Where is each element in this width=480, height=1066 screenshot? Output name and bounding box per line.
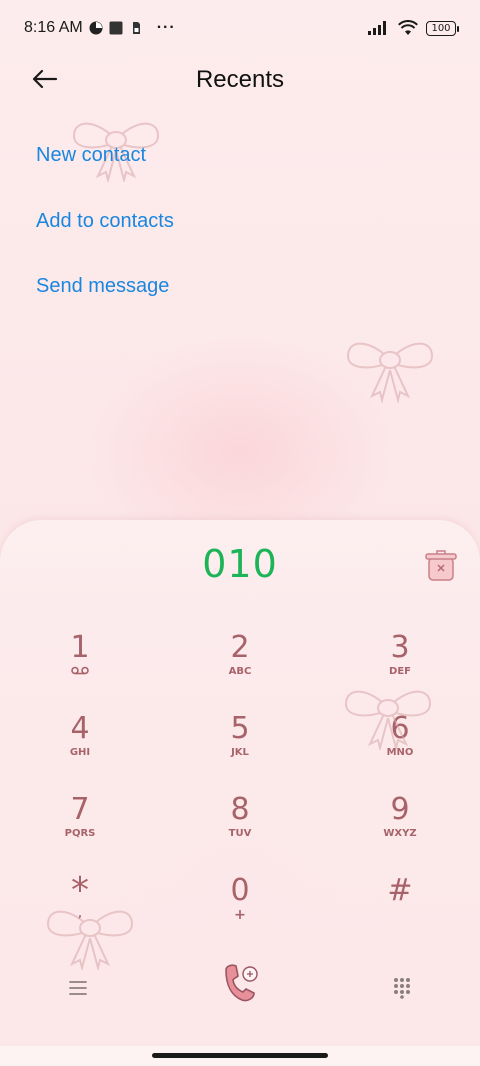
- menu-button[interactable]: [62, 972, 94, 1004]
- call-icon: [225, 964, 258, 1002]
- battery-icon: 100: [426, 20, 459, 36]
- key-7[interactable]: 7 PQRS: [25, 794, 135, 864]
- new-contact-link[interactable]: New contact: [36, 144, 146, 167]
- key-5[interactable]: 5 JKL: [185, 713, 295, 783]
- key-0[interactable]: 0 +: [185, 875, 295, 945]
- bow-decoration-icon: [344, 690, 432, 750]
- more-notifications-indicator: ···: [156, 19, 176, 36]
- delete-button[interactable]: [423, 548, 459, 582]
- key-hash[interactable]: #: [345, 875, 455, 945]
- send-message-link[interactable]: Send message: [36, 275, 169, 298]
- header: Recents: [0, 56, 480, 104]
- dialer-panel: 010 1 2 ABC 3 DEF 4 GHI 5 JKL 6 MNO 7 PQ…: [0, 520, 480, 1046]
- status-bar: 8:16 AM ··· 100: [0, 0, 480, 56]
- screen-record-icon: [89, 21, 103, 35]
- dialed-number[interactable]: 010: [0, 542, 480, 586]
- key-9[interactable]: 9 WXYZ: [345, 794, 455, 864]
- home-gesture-handle[interactable]: [152, 1053, 328, 1058]
- battery-level: 100: [431, 22, 451, 34]
- signal-icon: [368, 21, 386, 35]
- voicemail-icon: [71, 666, 89, 675]
- bow-decoration-icon: [346, 342, 434, 404]
- call-button[interactable]: [218, 960, 262, 1004]
- sim-icon: [132, 22, 140, 34]
- keypad-icon: [394, 978, 410, 999]
- delete-bin-icon: [425, 550, 457, 581]
- status-time: 8:16 AM: [24, 19, 83, 36]
- keypad-toggle-button[interactable]: [386, 972, 418, 1004]
- key-8[interactable]: 8 TUV: [185, 794, 295, 864]
- menu-icon: [69, 981, 87, 995]
- key-4[interactable]: 4 GHI: [25, 713, 135, 783]
- add-to-contacts-link[interactable]: Add to contacts: [36, 210, 174, 233]
- key-1[interactable]: 1: [25, 632, 135, 702]
- square-icon: [109, 21, 123, 35]
- page-title: Recents: [195, 66, 285, 93]
- dialer-bottom-bar: [0, 960, 480, 1020]
- wifi-icon: [398, 20, 418, 35]
- key-2[interactable]: 2 ABC: [185, 632, 295, 702]
